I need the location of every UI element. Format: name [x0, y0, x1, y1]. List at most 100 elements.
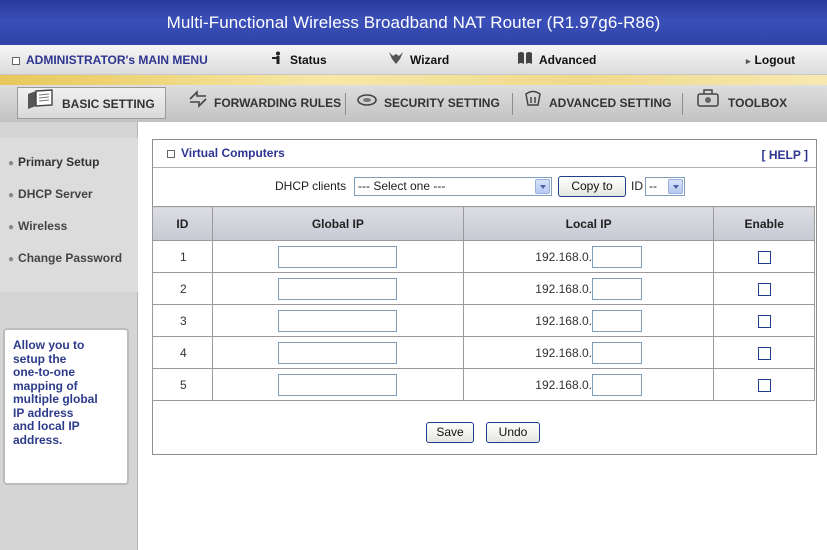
header-enable: Enable — [713, 206, 815, 241]
help-text-line: and local IP — [13, 419, 80, 433]
id-label: ID — [631, 179, 643, 193]
advanced-icon — [517, 46, 533, 76]
tab-advanced-setting[interactable]: ADVANCED SETTING — [515, 87, 671, 119]
bullet-icon: ● — [8, 254, 15, 265]
table-row: 4 192.168.0. — [152, 336, 815, 369]
table-row: 2 192.168.0. — [152, 272, 815, 305]
person-icon — [270, 46, 284, 76]
global-ip-cell — [211, 272, 464, 305]
sidebar-item-label: DHCP Server — [18, 187, 93, 201]
local-ip-prefix: 192.168.0. — [535, 313, 592, 328]
sidebar: ● Primary Setup ● DHCP Server ● Wireless ● C… — [0, 122, 138, 550]
chevron-down-icon — [535, 179, 550, 194]
global-ip-cell — [211, 240, 464, 273]
dhcp-clients-select[interactable]: --- Select one --- — [354, 177, 552, 196]
local-ip-cell: 192.168.0. — [462, 272, 715, 305]
main-menu-label[interactable]: ADMINISTRATOR's MAIN MENU — [12, 45, 208, 75]
enable-checkbox[interactable] — [757, 378, 771, 392]
global-ip-cell — [211, 304, 464, 337]
logout-menu-item[interactable]: ▸ Logout — [746, 45, 795, 75]
logout-label: Logout — [754, 53, 796, 67]
bullet-icon: ● — [8, 190, 15, 201]
sidebar-item-primary-setup[interactable]: ● Primary Setup — [8, 152, 99, 172]
tab-toolbox[interactable]: TOOLBOX — [686, 87, 787, 119]
id-select-value: -- — [649, 179, 657, 193]
sidebar-item-label: Primary Setup — [18, 155, 100, 169]
enable-checkbox[interactable] — [757, 314, 771, 328]
square-bullet-icon — [12, 56, 20, 65]
help-text-line: address. — [13, 432, 63, 447]
sidebar-item-wireless[interactable]: ● Wireless — [8, 216, 67, 236]
copy-to-button[interactable]: Copy to — [558, 176, 626, 197]
table-row: 5 192.168.0. — [152, 368, 815, 401]
local-ip-prefix: 192.168.0. — [535, 377, 592, 392]
global-ip-input[interactable] — [278, 373, 398, 396]
tab-security-label: SECURITY SETTING — [384, 96, 500, 110]
header-local-ip: Local IP — [462, 206, 715, 241]
tab-divider — [682, 93, 683, 115]
status-menu-item[interactable]: Status — [270, 45, 327, 75]
help-link[interactable]: [ HELP ] — [762, 148, 808, 162]
dhcp-clients-row: DHCP clients --- Select one --- Copy to … — [153, 168, 816, 206]
sidebar-item-change-password[interactable]: ● Change Password — [8, 248, 122, 268]
save-button[interactable]: Save — [426, 422, 474, 443]
wizard-menu-item[interactable]: Wizard — [388, 45, 449, 75]
local-ip-input[interactable] — [591, 245, 642, 268]
sidebar-item-dhcp-server[interactable]: ● DHCP Server — [8, 184, 93, 204]
local-ip-cell: 192.168.0. — [462, 336, 715, 369]
tab-basic-label: BASIC SETTING — [62, 97, 155, 112]
header-id: ID — [152, 206, 213, 241]
chevron-right-icon: ▸ — [746, 56, 751, 66]
panel-title: Virtual Computers — [167, 146, 285, 160]
virtual-computers-panel: Virtual Computers [ HELP ] DHCP clients … — [152, 139, 817, 455]
local-ip-input[interactable] — [591, 373, 642, 396]
local-ip-prefix: 192.168.0. — [535, 249, 592, 264]
id-select[interactable]: -- — [645, 177, 685, 196]
advanced-menu-item[interactable]: Advanced — [517, 45, 596, 75]
router-title: Multi-Functional Wireless Broadband NAT … — [0, 0, 827, 45]
status-label: Status — [290, 53, 327, 67]
dhcp-clients-label: DHCP clients — [275, 179, 347, 193]
global-ip-cell — [211, 368, 464, 401]
local-ip-prefix: 192.168.0. — [535, 345, 592, 360]
undo-button[interactable]: Undo — [486, 422, 540, 443]
help-text-line: mapping of — [13, 378, 78, 393]
tab-forwarding-label: FORWARDING RULES — [214, 96, 342, 110]
bullet-icon: ● — [8, 222, 15, 233]
local-ip-cell: 192.168.0. — [462, 368, 715, 401]
wizard-label: Wizard — [410, 53, 450, 67]
help-text-line: setup the — [13, 351, 67, 366]
global-ip-input[interactable] — [278, 341, 398, 364]
enable-cell — [713, 336, 815, 369]
global-ip-input[interactable] — [278, 245, 398, 268]
enable-cell — [713, 368, 815, 401]
local-ip-input[interactable] — [591, 341, 642, 364]
local-ip-cell: 192.168.0. — [462, 304, 715, 337]
enable-checkbox[interactable] — [757, 346, 771, 360]
enable-checkbox[interactable] — [757, 282, 771, 296]
panel-header: Virtual Computers [ HELP ] — [153, 140, 816, 168]
local-ip-input[interactable] — [591, 277, 642, 300]
enable-cell — [713, 240, 815, 273]
tab-divider — [345, 93, 346, 115]
global-ip-input[interactable] — [278, 277, 398, 300]
enable-cell — [713, 304, 815, 337]
main-menu-text: ADMINISTRATOR's MAIN MENU — [26, 53, 208, 67]
local-ip-input[interactable] — [591, 309, 642, 332]
tab-forwarding-rules[interactable]: FORWARDING RULES — [180, 87, 341, 119]
tab-basic-setting[interactable]: BASIC SETTING — [17, 87, 166, 119]
global-ip-input[interactable] — [278, 309, 398, 332]
square-bullet-icon — [167, 149, 175, 158]
settings-tab-bar: BASIC SETTING FORWARDING RULES SECURITY … — [0, 85, 827, 122]
shield-icon — [356, 88, 378, 120]
dhcp-select-value: --- Select one --- — [358, 179, 446, 193]
tab-divider — [512, 93, 513, 115]
table-header-row: ID Global IP Local IP Enable — [152, 206, 815, 241]
enable-checkbox[interactable] — [757, 250, 771, 264]
folder-icon — [26, 88, 56, 122]
bullet-icon: ● — [8, 158, 15, 169]
decorative-strip — [0, 75, 827, 85]
header-global-ip: Global IP — [211, 206, 464, 241]
row-id: 2 — [152, 272, 213, 305]
tab-security-setting[interactable]: SECURITY SETTING — [348, 87, 500, 119]
